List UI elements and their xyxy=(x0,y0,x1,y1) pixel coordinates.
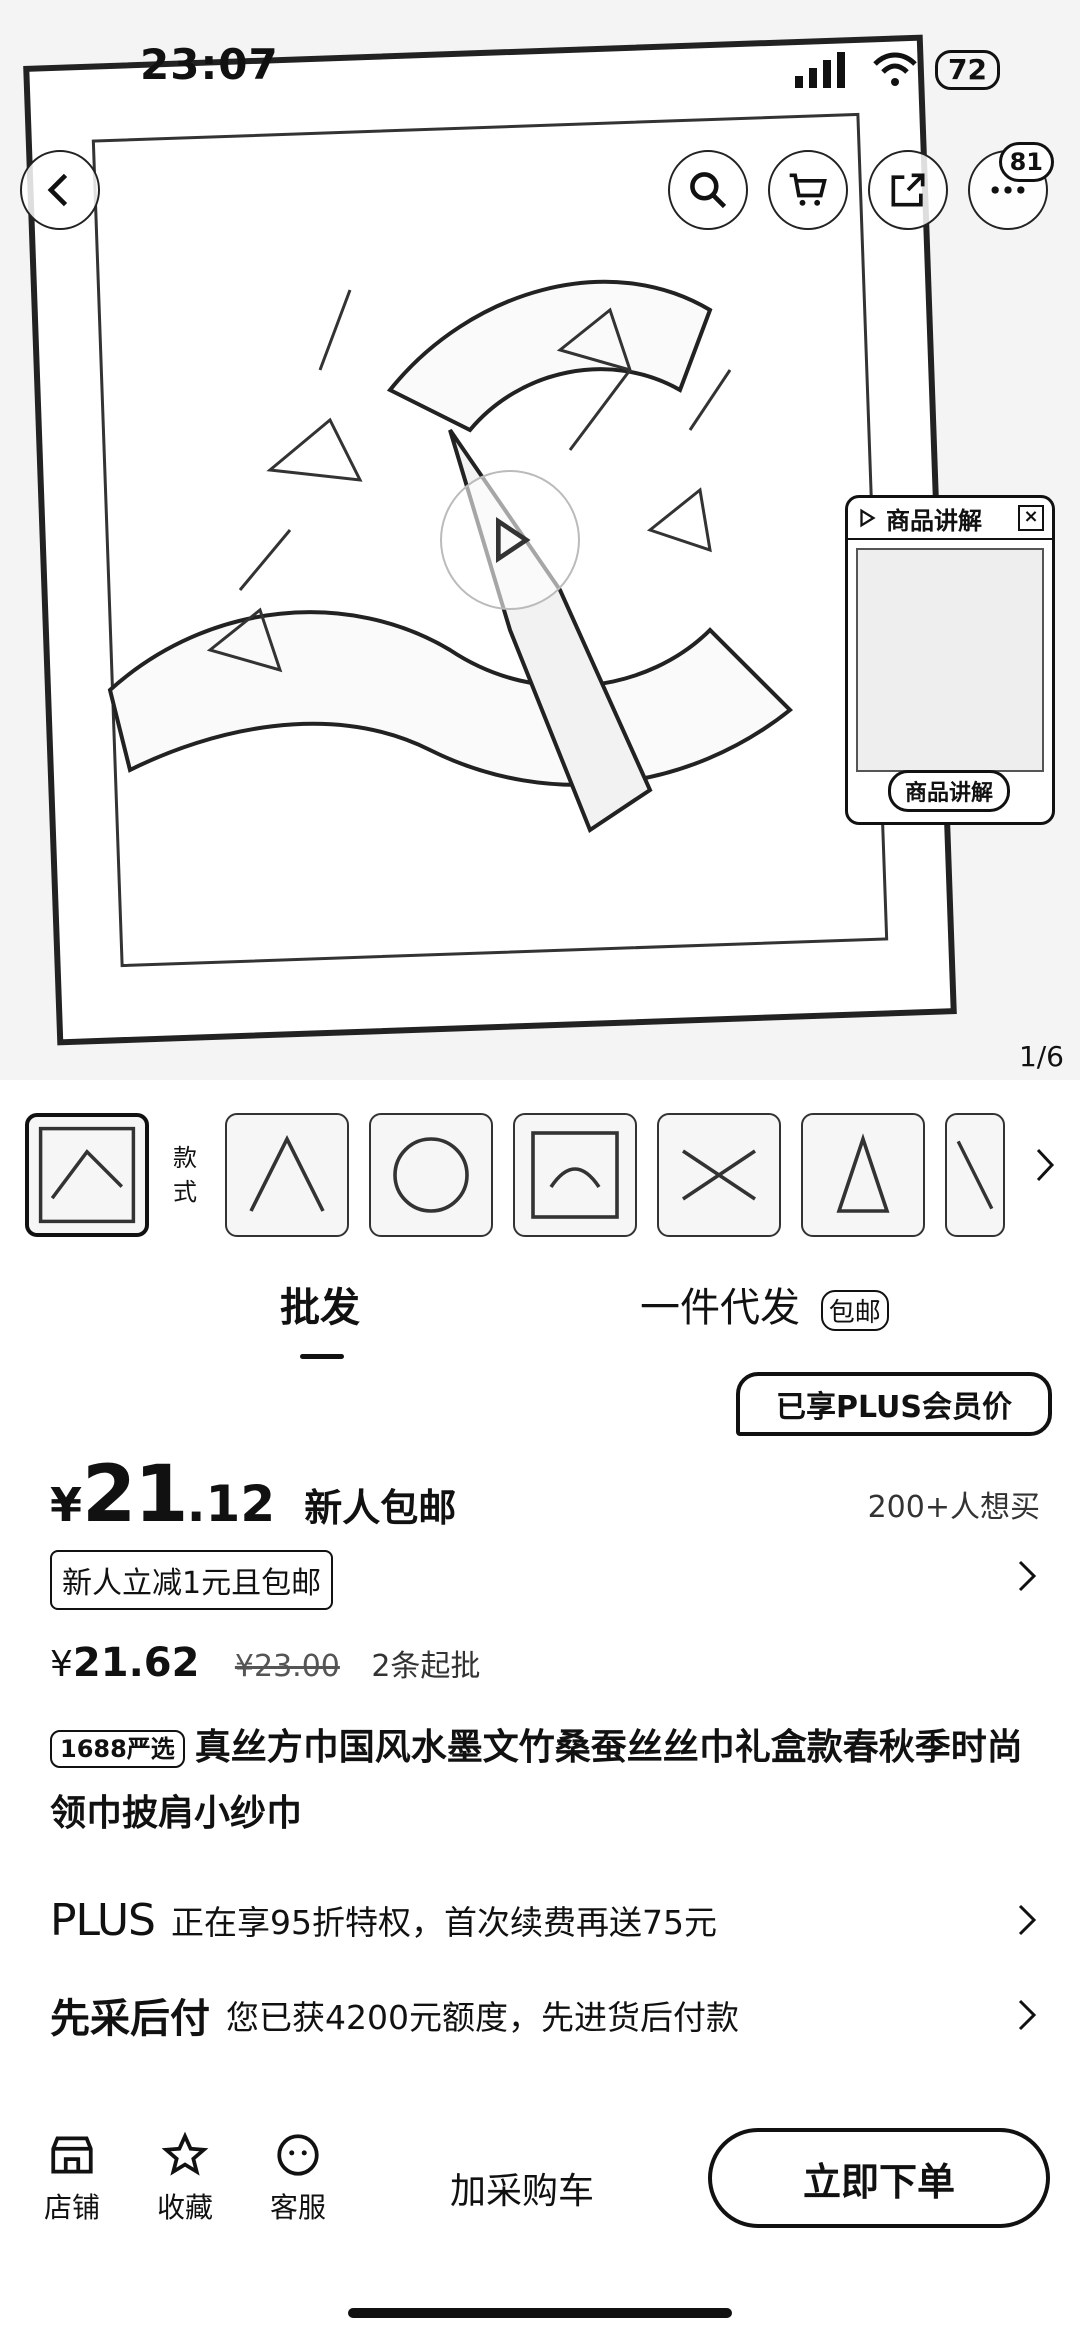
price-currency: ¥ xyxy=(50,1478,83,1532)
battery-level: 72 xyxy=(935,50,1000,90)
plus-benefit-row[interactable]: PLUS 正在享95折特权，首次续费再送75元 xyxy=(50,1890,1040,1950)
tab-wholesale-label: 批发 xyxy=(280,1285,360,1331)
cart-button[interactable] xyxy=(768,150,848,230)
price-tag: 新人包邮 xyxy=(304,1486,457,1530)
play-icon xyxy=(496,516,531,564)
share-button[interactable] xyxy=(868,150,948,230)
add-to-cart-button[interactable]: 加采购车 xyxy=(420,2142,624,2234)
promo-chip: 新人立减1元且包邮 xyxy=(50,1550,334,1610)
variant-thumb[interactable] xyxy=(801,1113,925,1237)
variant-thumb[interactable] xyxy=(657,1113,781,1237)
status-time: 23:07 xyxy=(140,40,279,89)
variant-thumbnails: 款式 xyxy=(0,1100,1080,1250)
pay-later-row[interactable]: 先采后付 您已获4200元额度，先进货后付款 xyxy=(50,1985,1040,2045)
price-fraction: .12 xyxy=(186,1475,276,1533)
variant-thumb-image xyxy=(38,1126,136,1224)
search-button[interactable] xyxy=(668,150,748,230)
variant-thumb[interactable] xyxy=(945,1113,1005,1237)
service-label: 客服 xyxy=(269,2191,326,2224)
promo-row[interactable]: 新人立减1元且包邮 xyxy=(50,1550,1040,1610)
brand-tag: 1688严选 xyxy=(50,1730,185,1768)
home-indicator[interactable] xyxy=(348,2308,732,2318)
chevron-right-icon xyxy=(1018,1999,1037,2031)
variant-thumb-image xyxy=(249,1134,325,1212)
favorite-label: 收藏 xyxy=(156,2191,213,2224)
status-icons: 72 xyxy=(795,50,1000,90)
gallery-page-indicator: 1/6 xyxy=(1018,1040,1064,1073)
product-title-text: 真丝方巾国风水墨文竹桑蚕丝丝巾礼盒款春秋季时尚领巾披肩小纱巾 xyxy=(50,1727,1023,1834)
variant-thumb-image xyxy=(836,1133,890,1213)
search-icon xyxy=(690,172,727,209)
wifi-icon xyxy=(873,52,917,86)
pay-later-text: 您已获4200元额度，先进货后付款 xyxy=(226,1998,739,2037)
bottom-action-bar: 店铺 收藏 客服 加采购车 立即下单 xyxy=(0,2110,1080,2280)
ranking-row-partial xyxy=(50,2080,1040,2110)
product-explainer-video[interactable]: 商品讲解 × 商品讲解 xyxy=(845,495,1055,825)
original-price: ¥23.00 xyxy=(234,1649,340,1684)
pip-header: 商品讲解 × xyxy=(848,498,1052,540)
variant-label: 款式 xyxy=(173,1144,197,1206)
product-hero-image[interactable]: 23:07 72 81 商品讲解 × 商品讲解 1/6 xyxy=(0,0,1080,1080)
min-order: 2条起批 xyxy=(371,1649,481,1684)
variant-thumb[interactable] xyxy=(513,1113,637,1237)
buy-now-label: 立即下单 xyxy=(802,2159,955,2204)
product-title: 1688严选 真丝方巾国风水墨文竹桑蚕丝丝巾礼盒款春秋季时尚领巾披肩小纱巾 xyxy=(50,1715,1040,1847)
customer-service-button[interactable]: 客服 xyxy=(248,2130,348,2226)
sub-price-row: ¥21.62 ¥23.00 2条起批 xyxy=(50,1640,480,1686)
buy-now-button[interactable]: 立即下单 xyxy=(708,2128,1050,2228)
variant-thumb-image xyxy=(531,1131,619,1219)
tab-dropship-label: 一件代发 xyxy=(640,1285,800,1331)
pip-footer-label: 商品讲解 xyxy=(888,770,1011,812)
want-buy-count: 200+人想买 xyxy=(867,1490,1040,1525)
purchase-mode-tabs: 批发 一件代发 包邮 xyxy=(0,1275,1080,1359)
free-shipping-badge: 包邮 xyxy=(820,1289,889,1331)
sub-price-currency: ¥ xyxy=(50,1644,73,1685)
play-video-button[interactable] xyxy=(440,470,580,610)
variant-thumb[interactable] xyxy=(25,1113,149,1237)
cellular-signal-icon xyxy=(795,52,846,88)
pip-title: 商品讲解 xyxy=(886,506,982,535)
plus-label: PLUS xyxy=(50,1894,156,1946)
price-integer: 21 xyxy=(82,1450,189,1540)
shop-icon xyxy=(51,2136,93,2174)
tab-dropship[interactable]: 一件代发 包邮 xyxy=(640,1275,889,1333)
variant-thumb-image xyxy=(393,1137,469,1213)
sub-price-value: 21.62 xyxy=(72,1640,200,1686)
plus-benefit-text: 正在享95折特权，首次续费再送75元 xyxy=(171,1903,717,1942)
close-icon[interactable]: × xyxy=(1018,505,1044,531)
share-icon xyxy=(891,173,925,207)
chevron-right-icon[interactable] xyxy=(1030,1140,1060,1190)
plus-member-price-badge: 已享PLUS会员价 xyxy=(735,1372,1052,1436)
variant-thumb[interactable] xyxy=(369,1113,493,1237)
pip-video-frame xyxy=(856,548,1044,772)
pay-later-label: 先采后付 xyxy=(50,1996,210,2042)
star-icon xyxy=(161,2131,209,2176)
shop-button[interactable]: 店铺 xyxy=(22,2130,122,2226)
variant-thumb[interactable] xyxy=(225,1113,349,1237)
chevron-right-icon xyxy=(1018,1560,1037,1592)
variant-thumb-image xyxy=(682,1149,756,1201)
shop-label: 店铺 xyxy=(43,2191,100,2224)
notification-badge: 81 xyxy=(998,142,1054,182)
favorite-button[interactable]: 收藏 xyxy=(135,2130,235,2226)
price-row: ¥21.12 新人包邮 200+人想买 xyxy=(50,1450,1040,1550)
variant-thumb-image xyxy=(956,1140,994,1210)
chevron-right-icon xyxy=(1018,1904,1037,1936)
more-button[interactable]: 81 xyxy=(968,142,1054,230)
back-button[interactable] xyxy=(20,150,100,230)
cart-icon xyxy=(789,173,827,206)
play-icon xyxy=(860,508,876,528)
tab-wholesale[interactable]: 批发 xyxy=(280,1275,360,1359)
chevron-left-icon xyxy=(47,173,68,207)
chat-face-icon xyxy=(277,2134,319,2176)
